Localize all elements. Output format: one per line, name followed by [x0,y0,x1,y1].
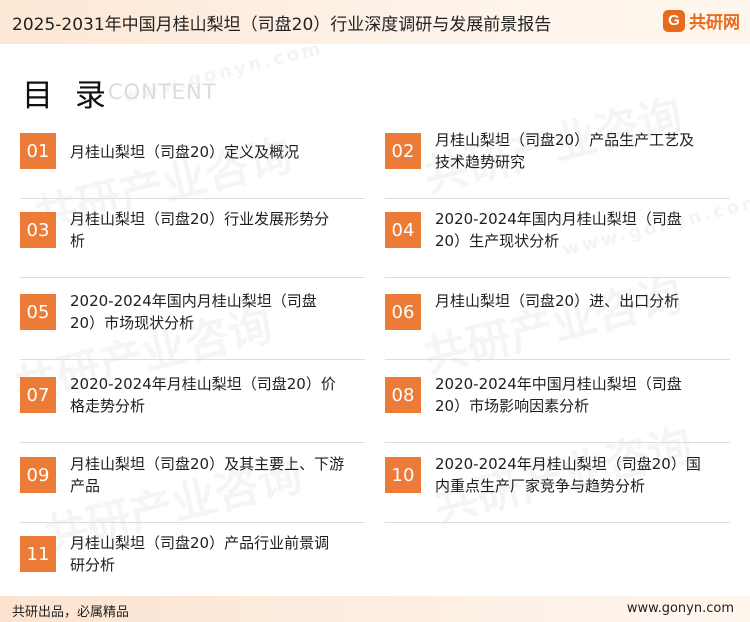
toc-item-number: 03 [20,212,56,248]
toc-item[interactable]: 07 2020-2024年月桂山梨坦（司盘20）价格走势分析 [20,375,365,443]
toc-item-title: 2020-2024年月桂山梨坦（司盘20）国内重点生产厂家竞争与趋势分析 [435,455,701,495]
divider [20,522,365,523]
footer-website[interactable]: www.gonyn.com [627,601,734,616]
toc-item-number: 08 [385,377,421,413]
toc-item-title: 月桂山梨坦（司盘20）及其主要上、下游产品 [70,455,345,495]
divider [20,277,365,278]
header-bar: 2025-2031年中国月桂山梨坦（司盘20）行业深度调研与发展前景报告 G 共… [0,0,750,44]
toc-item[interactable]: 08 2020-2024年中国月桂山梨坦（司盘20）市场影响因素分析 [385,375,730,443]
divider [20,359,365,360]
toc-item-number: 06 [385,294,421,330]
toc-item-number: 01 [20,133,56,169]
toc-item[interactable]: 10 2020-2024年月桂山梨坦（司盘20）国内重点生产厂家竞争与趋势分析 [385,455,730,523]
footer-bar: 共研出品，必属精品 www.gonyn.com [0,596,750,622]
toc-item-title: 月桂山梨坦（司盘20）进、出口分析 [435,292,680,310]
toc-item[interactable]: 11 月桂山梨坦（司盘20）产品行业前景调研分析 [20,534,365,602]
toc-item-title: 月桂山梨坦（司盘20）行业发展形势分析 [70,210,330,250]
report-title: 2025-2031年中国月桂山梨坦（司盘20）行业深度调研与发展前景报告 [12,15,552,35]
logo-icon: G [663,9,685,32]
toc-subheading: CONTENT [108,80,217,104]
divider [385,522,730,523]
toc-item[interactable]: 04 2020-2024年国内月桂山梨坦（司盘20）生产现状分析 [385,210,730,278]
toc-item-number: 10 [385,457,421,493]
toc-item[interactable]: 06 月桂山梨坦（司盘20）进、出口分析 [385,292,730,360]
toc-item[interactable]: 01 月桂山梨坦（司盘20）定义及概况 [20,133,365,199]
toc-item-number: 09 [20,457,56,493]
toc-item-number: 04 [385,212,421,248]
toc-heading: 目 录 [22,78,112,114]
divider [385,359,730,360]
divider [20,198,365,199]
toc-item-number: 02 [385,133,421,169]
brand-logo: G 共研网 [663,8,740,33]
toc-item-title: 月桂山梨坦（司盘20）产品行业前景调研分析 [70,534,330,574]
logo-text: 共研网 [689,13,740,33]
toc-item-title: 2020-2024年中国月桂山梨坦（司盘20）市场影响因素分析 [435,375,682,415]
toc-item-number: 11 [20,536,56,572]
divider [385,198,730,199]
divider [385,277,730,278]
toc-item-title: 月桂山梨坦（司盘20）产品生产工艺及技术趋势研究 [435,131,695,171]
divider [385,442,730,443]
toc-item-title: 2020-2024年国内月桂山梨坦（司盘20）生产现状分析 [435,210,682,250]
toc-item-title: 2020-2024年月桂山梨坦（司盘20）价格走势分析 [70,375,336,415]
toc-item-number: 07 [20,377,56,413]
toc-item-title: 月桂山梨坦（司盘20）定义及概况 [70,143,300,161]
toc-item[interactable]: 09 月桂山梨坦（司盘20）及其主要上、下游产品 [20,455,365,523]
toc-item-title: 2020-2024年国内月桂山梨坦（司盘20）市场现状分析 [70,292,317,332]
toc-item[interactable]: 02 月桂山梨坦（司盘20）产品生产工艺及技术趋势研究 [385,131,730,199]
toc-item-number: 05 [20,294,56,330]
toc-item[interactable]: 03 月桂山梨坦（司盘20）行业发展形势分析 [20,210,365,278]
toc-item[interactable]: 05 2020-2024年国内月桂山梨坦（司盘20）市场现状分析 [20,292,365,360]
footer-slogan: 共研出品，必属精品 [12,605,130,620]
divider [20,442,365,443]
